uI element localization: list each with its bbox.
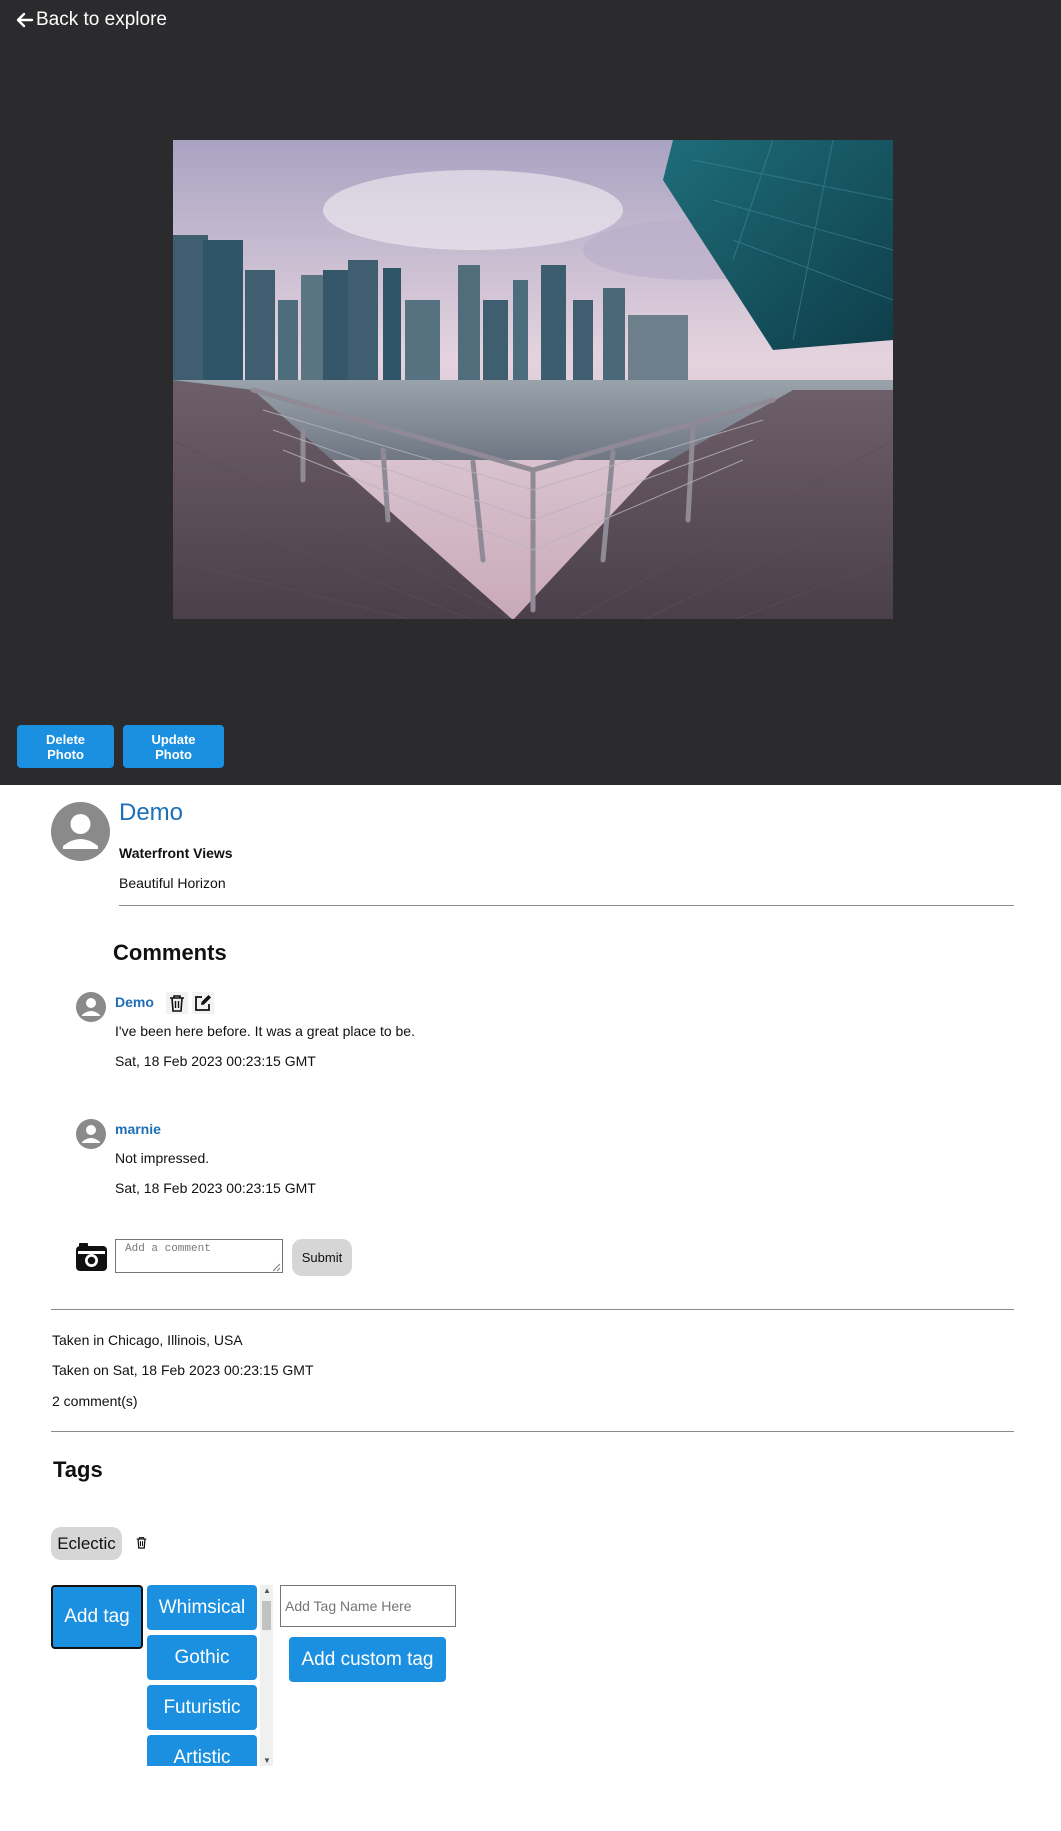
scroll-thumb[interactable]: [262, 1601, 271, 1630]
comment-count: 2 comment(s): [52, 1393, 138, 1409]
photo-actions: Delete Photo Update Photo: [17, 725, 224, 768]
comment-tools: [166, 992, 214, 1014]
main-photo: [173, 140, 893, 619]
photo-description: Beautiful Horizon: [119, 875, 226, 891]
tag-list-scrollbar[interactable]: ▲ ▼: [260, 1585, 273, 1766]
photo-title: Waterfront Views: [119, 845, 233, 861]
arrow-left-icon: [16, 11, 34, 29]
edit-icon[interactable]: [192, 992, 214, 1014]
comments-heading: Comments: [113, 940, 227, 965]
trash-icon[interactable]: [166, 992, 188, 1014]
submit-comment-button[interactable]: Submit: [292, 1239, 352, 1276]
comment-text: I've been here before. It was a great pl…: [115, 1023, 415, 1039]
camera-icon: [76, 1243, 107, 1271]
comment-text: Not impressed.: [115, 1150, 210, 1166]
comment-date: Sat, 18 Feb 2023 00:23:15 GMT: [115, 1180, 316, 1196]
add-tag-button[interactable]: Add tag: [51, 1585, 143, 1649]
comment-input[interactable]: [115, 1239, 283, 1273]
comment-date: Sat, 18 Feb 2023 00:23:15 GMT: [115, 1053, 316, 1069]
divider: [51, 1431, 1014, 1432]
divider: [119, 905, 1014, 906]
comment-item: Demo I've been here before. It was a gre…: [76, 992, 676, 1092]
tag-options-list[interactable]: Whimsical Gothic Futuristic Artistic ▲ ▼: [146, 1585, 273, 1766]
comment-item: marnie Not impressed. Sat, 18 Feb 2023 0…: [76, 1119, 676, 1219]
user-avatar-icon: [76, 992, 106, 1022]
user-avatar-icon: [51, 802, 110, 861]
comment-author-link[interactable]: marnie: [115, 1121, 161, 1137]
photo-location: Taken in Chicago, Illinois, USA: [52, 1332, 243, 1348]
tag-chip[interactable]: Eclectic: [51, 1527, 122, 1560]
back-label: Back to explore: [36, 9, 167, 30]
user-avatar-icon: [76, 1119, 106, 1149]
custom-tag-input[interactable]: [280, 1585, 456, 1627]
owner-name-link[interactable]: Demo: [119, 799, 183, 827]
scroll-down-icon[interactable]: ▼: [263, 1756, 271, 1765]
tag-option[interactable]: Artistic: [147, 1735, 257, 1766]
delete-photo-button[interactable]: Delete Photo: [17, 725, 114, 768]
tag-option[interactable]: Gothic: [147, 1635, 257, 1680]
update-photo-button[interactable]: Update Photo: [123, 725, 224, 768]
comment-author-link[interactable]: Demo: [115, 994, 154, 1010]
photo-taken-date: Taken on Sat, 18 Feb 2023 00:23:15 GMT: [52, 1362, 314, 1378]
tag-option[interactable]: Whimsical: [147, 1585, 257, 1630]
resize-grip-icon[interactable]: [272, 1263, 281, 1272]
photo-viewer: Back to explore Delete Photo Update Phot…: [0, 0, 1061, 785]
trash-icon[interactable]: [136, 1536, 147, 1554]
add-custom-tag-button[interactable]: Add custom tag: [289, 1637, 446, 1682]
back-to-explore-link[interactable]: Back to explore: [16, 9, 167, 31]
scroll-up-icon[interactable]: ▲: [263, 1586, 271, 1595]
divider: [51, 1309, 1014, 1310]
tag-option[interactable]: Futuristic: [147, 1685, 257, 1730]
tags-heading: Tags: [53, 1457, 103, 1482]
